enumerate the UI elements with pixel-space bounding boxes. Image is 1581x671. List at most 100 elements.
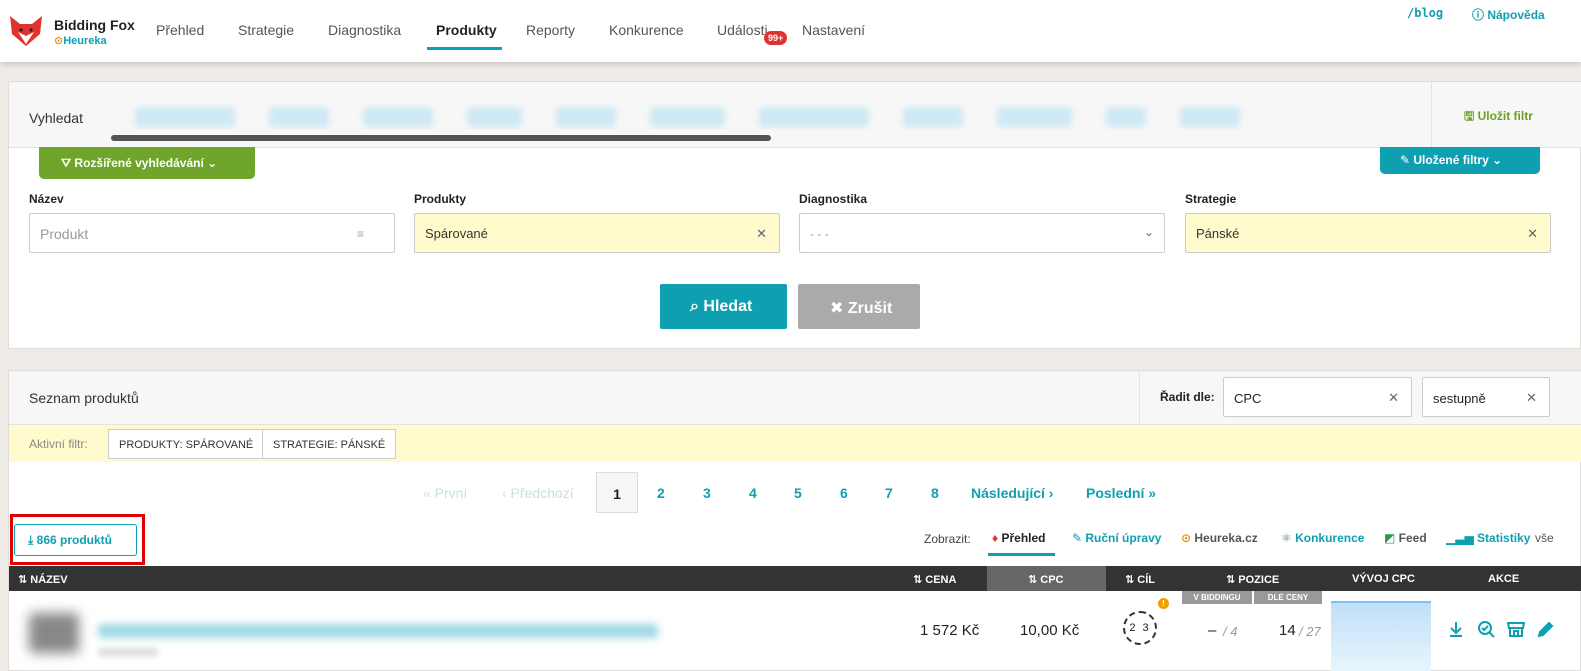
heureka-icon: ⊙: [1181, 531, 1195, 545]
save-filter-button[interactable]: 🖫 Uložit filtr: [1431, 82, 1581, 148]
column-position[interactable]: ⇅ POZICE: [1226, 573, 1279, 586]
text-lines-icon: ≡: [356, 227, 364, 241]
chevron-down-icon: ⌄: [203, 156, 218, 170]
pager-page[interactable]: 4: [749, 485, 757, 501]
nav-prehled[interactable]: Přehled: [156, 22, 204, 38]
app-logo[interactable]: Bidding Fox ⊙Heureka: [8, 12, 148, 52]
search-button[interactable]: ⌕ Hledat: [660, 284, 787, 329]
cpc-trend-sparkline: [1331, 601, 1431, 671]
pager-next[interactable]: Následující ›: [971, 485, 1053, 501]
saved-filter-tags[interactable]: [111, 104, 1431, 130]
active-view-indicator: [988, 553, 1055, 556]
pager-last[interactable]: Poslední »: [1086, 485, 1156, 501]
blog-link[interactable]: /blog: [1407, 6, 1443, 20]
position-bidding: –: [1208, 622, 1217, 639]
help-link[interactable]: ⓘ Nápověda: [1472, 6, 1545, 23]
search-check-icon[interactable]: [1476, 619, 1496, 639]
app-subname: ⊙Heureka: [54, 35, 107, 47]
pager-first[interactable]: « První: [423, 485, 467, 501]
sort-field-value: CPC: [1234, 391, 1262, 406]
product-cpc[interactable]: 10,00 Kč: [1020, 622, 1079, 639]
search-panel: Vyhledat 🖫 Uložit filtr ⛛ Rozšířené vyhl…: [8, 81, 1581, 349]
horizontal-scrollbar[interactable]: [111, 135, 771, 141]
search-label: Vyhledat: [29, 110, 83, 126]
download-icon[interactable]: [1446, 619, 1466, 639]
products-select-value: Spárované: [425, 226, 488, 241]
nav-nastaveni[interactable]: Nastavení: [802, 22, 865, 38]
nav-diagnostika[interactable]: Diagnostika: [328, 22, 401, 38]
product-thumbnail[interactable]: [29, 613, 79, 653]
cancel-button[interactable]: ✖ Zrušit: [798, 284, 920, 329]
advanced-search-button[interactable]: ⛛ Rozšířené vyhledávání ⌄: [39, 147, 255, 179]
nav-konkurence[interactable]: Konkurence: [609, 22, 684, 38]
sort-icon: ⇅: [18, 574, 31, 586]
saved-filters-button[interactable]: ✎ Uložené filtry ⌄: [1380, 147, 1540, 174]
sort-direction-select[interactable]: sestupně ✕: [1422, 377, 1550, 417]
pager-page[interactable]: 3: [703, 485, 711, 501]
pager-page[interactable]: 5: [794, 485, 802, 501]
diagnostics-select-value: - - -: [810, 227, 829, 241]
product-price: 1 572 Kč: [920, 622, 980, 639]
view-tab-heureka[interactable]: ⊙ Heureka.cz: [1181, 531, 1258, 545]
feed-icon: ◩: [1384, 531, 1399, 545]
edit-icon[interactable]: [1536, 619, 1556, 639]
name-input-placeholder: Produkt: [40, 226, 89, 242]
product-name-link[interactable]: [98, 624, 658, 638]
pager-page[interactable]: 6: [840, 485, 848, 501]
sort-label: Řadit dle:: [1160, 390, 1215, 404]
bar-chart-icon: ▁▃▅: [1446, 531, 1478, 545]
active-filter-chip[interactable]: PRODUKTY: SPÁROVANÉ: [108, 429, 265, 459]
competition-icon: ⚛: [1281, 531, 1296, 545]
diagnostics-field-label: Diagnostika: [799, 192, 868, 206]
clear-icon[interactable]: ✕: [1527, 226, 1538, 242]
search-bar: Vyhledat 🖫 Uložit filtr: [9, 82, 1581, 148]
sort-field-select[interactable]: CPC ✕: [1223, 377, 1412, 417]
active-nav-indicator: [427, 47, 502, 50]
sort-icon: ⇅: [1125, 574, 1138, 586]
chevron-down-icon: ⌄: [1143, 225, 1154, 239]
products-select[interactable]: Spárované ✕: [414, 213, 780, 253]
pager-page[interactable]: 8: [931, 485, 939, 501]
column-target[interactable]: ⇅ CÍL: [1125, 573, 1155, 586]
sort-icon: ⇅: [1226, 574, 1239, 586]
column-cpc[interactable]: ⇅ CPC: [1028, 573, 1064, 586]
sort-direction-value: sestupně: [1433, 391, 1486, 406]
shop-icon[interactable]: [1506, 619, 1526, 639]
product-target[interactable]: 2 3: [1123, 611, 1157, 645]
nav-reporty[interactable]: Reporty: [526, 22, 575, 38]
product-list-panel: Seznam produktů Řadit dle: CPC ✕ sestupně…: [8, 370, 1581, 671]
pager-current-page[interactable]: 1: [596, 472, 638, 513]
column-price[interactable]: ⇅ CENA: [913, 573, 956, 586]
column-cpc-trend: VÝVOJ CPC: [1352, 573, 1415, 585]
position-price-total: / 27: [1299, 624, 1321, 639]
nav-udalosti[interactable]: Události: [717, 22, 768, 38]
view-tab-manual[interactable]: ✎ Ruční úpravy: [1072, 531, 1161, 545]
view-tab-prehled[interactable]: ♦ Přehled: [992, 531, 1045, 545]
strategy-select-value: Pánské: [1196, 226, 1240, 241]
sort-controls: Řadit dle: CPC ✕ sestupně ✕: [1139, 371, 1581, 425]
nav-produkty[interactable]: Produkty: [436, 22, 497, 38]
products-field-label: Produkty: [414, 192, 467, 206]
list-header: Seznam produktů Řadit dle: CPC ✕ sestupně…: [9, 371, 1581, 425]
active-filter-chip[interactable]: STRATEGIE: PÁNSKÉ: [262, 429, 397, 459]
pager-page[interactable]: 2: [657, 485, 665, 501]
active-filter-label: Aktivní filtr:: [29, 437, 88, 451]
view-tab-all[interactable]: vše: [1535, 531, 1554, 545]
strategy-select[interactable]: Pánské ✕: [1185, 213, 1551, 253]
clear-icon[interactable]: ✕: [1526, 390, 1537, 406]
export-products-button[interactable]: ⤓ 866 produktů: [14, 524, 137, 556]
clear-icon[interactable]: ✕: [1388, 390, 1399, 406]
view-tab-feed[interactable]: ◩ Feed: [1384, 531, 1427, 545]
pager-page[interactable]: 7: [885, 485, 893, 501]
view-tab-statistics[interactable]: ▁▃▅ Statistiky: [1446, 531, 1530, 545]
clear-icon[interactable]: ✕: [756, 226, 767, 242]
help-icon: ⓘ: [1472, 8, 1488, 22]
diagnostics-select[interactable]: - - - ⌄: [799, 213, 1165, 253]
name-input[interactable]: Produkt ≡: [29, 213, 395, 253]
warning-icon: !: [1158, 598, 1169, 609]
pager-prev[interactable]: ‹ Předchozí: [502, 485, 574, 501]
view-tab-competition[interactable]: ⚛ Konkurence: [1281, 531, 1364, 545]
column-name[interactable]: ⇅ NÁZEV: [18, 573, 68, 586]
nav-strategie[interactable]: Strategie: [238, 22, 294, 38]
view-label: Zobrazit:: [924, 532, 971, 546]
